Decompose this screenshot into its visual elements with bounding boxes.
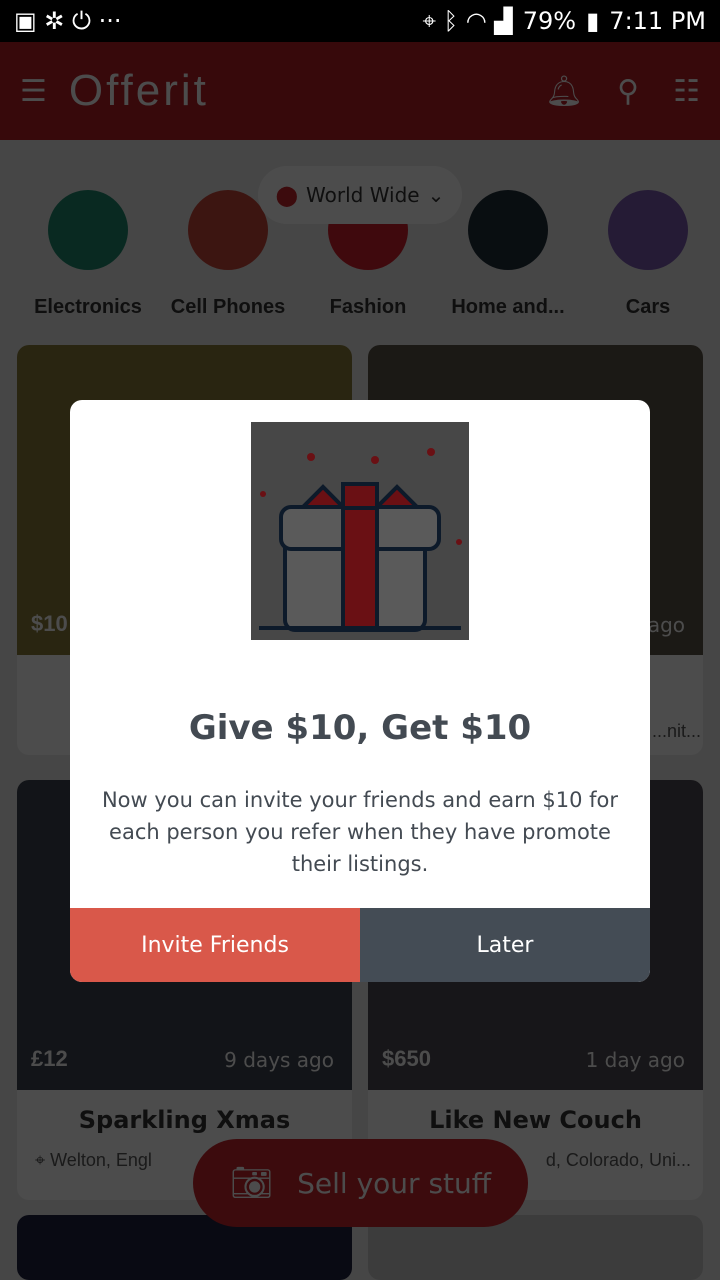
logo: Offerit [68, 66, 209, 115]
location-pin-icon: ⌖ [35, 1150, 51, 1170]
battery-icon: ▮ [586, 7, 600, 35]
sell-button[interactable]: 📷︎ Sell your stuff [193, 1139, 528, 1227]
later-button[interactable]: Later [360, 908, 650, 982]
camera-icon: 📷︎ [229, 1163, 274, 1203]
listing-title: Like New Couch [429, 1106, 642, 1134]
app-header: ☰ Offerit 🔔︎ ⚲ ☷ [0, 42, 720, 140]
car-icon [608, 190, 688, 270]
dialog-title: Give $10, Get $10 [188, 708, 532, 748]
location-label: World Wide [306, 183, 420, 207]
chevron-down-icon: ⌄ [427, 183, 445, 207]
battery-level: 79% [522, 7, 577, 35]
menu-icon[interactable]: ☰ [20, 74, 47, 109]
status-bar: ▣ ✲ ⏻ ··· ⌖ ᛒ ◠ ▟ 79% ▮ 7:11 PM [0, 0, 720, 42]
notification-icons: ▣ ✲ ⏻ ··· [14, 7, 122, 35]
location-pin-icon: ⬤ [275, 183, 299, 207]
referral-dialog: Give $10, Get $10 Now you can invite you… [70, 400, 650, 982]
category-home[interactable]: Home and... [438, 190, 578, 319]
invite-friends-button[interactable]: Invite Friends [70, 908, 360, 982]
bell-icon[interactable]: 🔔︎ [545, 74, 583, 109]
status-icons: ⌖ ᛒ ◠ ▟ [422, 7, 513, 35]
gift-icon [251, 422, 469, 640]
category-cars[interactable]: Cars [578, 190, 718, 319]
location-selector[interactable]: ⬤ World Wide ⌄ [258, 166, 462, 224]
filter-icon[interactable]: ☷ [673, 74, 700, 109]
home-icon [468, 190, 548, 270]
listing-title: Sparkling Xmas [78, 1106, 291, 1134]
phone-icon [188, 190, 268, 270]
search-icon[interactable]: ⚲ [617, 74, 639, 109]
category-electronics[interactable]: Electronics [18, 190, 158, 319]
dialog-message: Now you can invite your friends and earn… [101, 788, 619, 876]
electronics-icon [48, 190, 128, 270]
clock: 7:11 PM [609, 7, 706, 35]
